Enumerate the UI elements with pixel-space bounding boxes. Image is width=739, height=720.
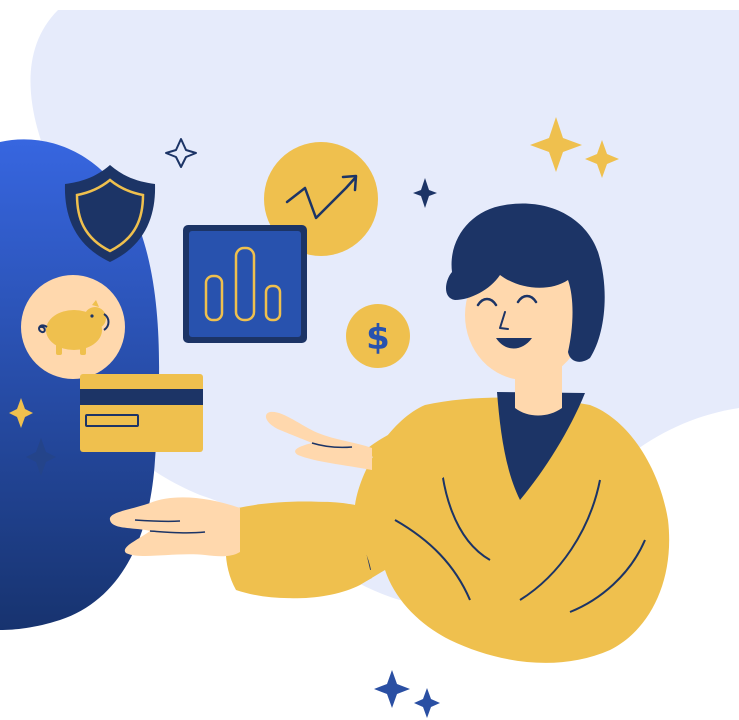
piggy-bank-icon [21,275,125,379]
bar-chart-icon [183,225,307,343]
left-sleeve [225,501,372,599]
credit-card-icon [80,374,203,452]
finance-illustration-scene: $ [0,0,739,720]
dollar-coin-icon: $ [346,304,410,368]
sparkle-icon [374,670,410,708]
finance-illustration: $ [0,10,739,718]
sparkle-icon [414,688,440,718]
dollar-symbol: $ [366,318,390,358]
